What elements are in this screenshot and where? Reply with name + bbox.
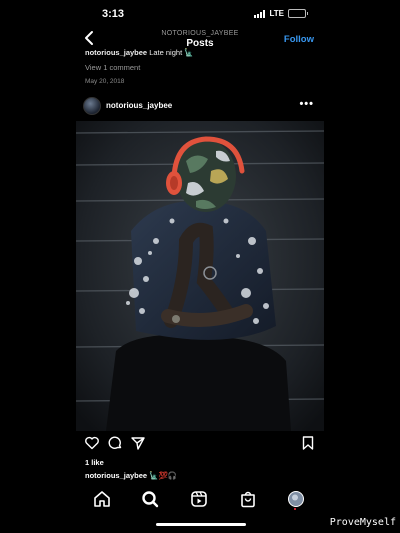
previous-caption-user[interactable]: notorious_jaybee <box>85 48 147 57</box>
caption-username[interactable]: notorious_jaybee <box>85 471 147 480</box>
notification-dot <box>294 508 296 510</box>
previous-post-footer: notorious_jaybee Late night 🗽 View 1 com… <box>85 48 321 85</box>
post-header: notorious_jaybee ••• <box>76 95 324 117</box>
search-icon[interactable] <box>140 489 160 509</box>
bookmark-icon[interactable] <box>300 435 316 451</box>
status-bar: 3:13 LTE <box>76 0 324 26</box>
caption-text: 🗽💯🎧 <box>149 471 178 480</box>
status-time: 3:13 <box>102 8 125 20</box>
comment-icon[interactable] <box>107 435 123 451</box>
avatar[interactable] <box>83 97 101 115</box>
post-actions <box>76 433 324 453</box>
post-date: May 20, 2018 <box>85 78 125 85</box>
signal-icon <box>254 9 266 18</box>
network-type: LTE <box>269 9 284 18</box>
status-indicators: LTE <box>254 9 308 18</box>
previous-caption: notorious_jaybee Late night 🗽 <box>85 48 321 58</box>
home-indicator[interactable] <box>156 523 246 526</box>
post-caption: notorious_jaybee 🗽💯🎧 <box>85 471 177 480</box>
post-username[interactable]: notorious_jaybee <box>106 101 172 110</box>
profile-avatar[interactable] <box>286 489 306 509</box>
more-options-icon[interactable]: ••• <box>299 98 314 110</box>
home-icon[interactable] <box>92 489 112 509</box>
post-image <box>76 121 324 431</box>
shop-icon[interactable] <box>238 489 258 509</box>
phone-screen: 3:13 LTE NOTORIOUS_JAYBEE Posts Follow n… <box>76 0 324 533</box>
battery-icon <box>288 9 308 18</box>
follow-button[interactable]: Follow <box>284 34 314 45</box>
previous-caption-text: Late night 🗽 <box>149 48 194 57</box>
reels-icon[interactable] <box>189 489 209 509</box>
post-photo[interactable] <box>76 121 324 431</box>
heart-icon[interactable] <box>84 435 100 451</box>
like-count[interactable]: 1 like <box>85 458 104 467</box>
bottom-nav <box>76 489 324 511</box>
watermark: ProveMyself <box>329 517 396 528</box>
share-icon[interactable] <box>130 435 146 451</box>
view-comments-link[interactable]: View 1 comment <box>85 63 321 72</box>
